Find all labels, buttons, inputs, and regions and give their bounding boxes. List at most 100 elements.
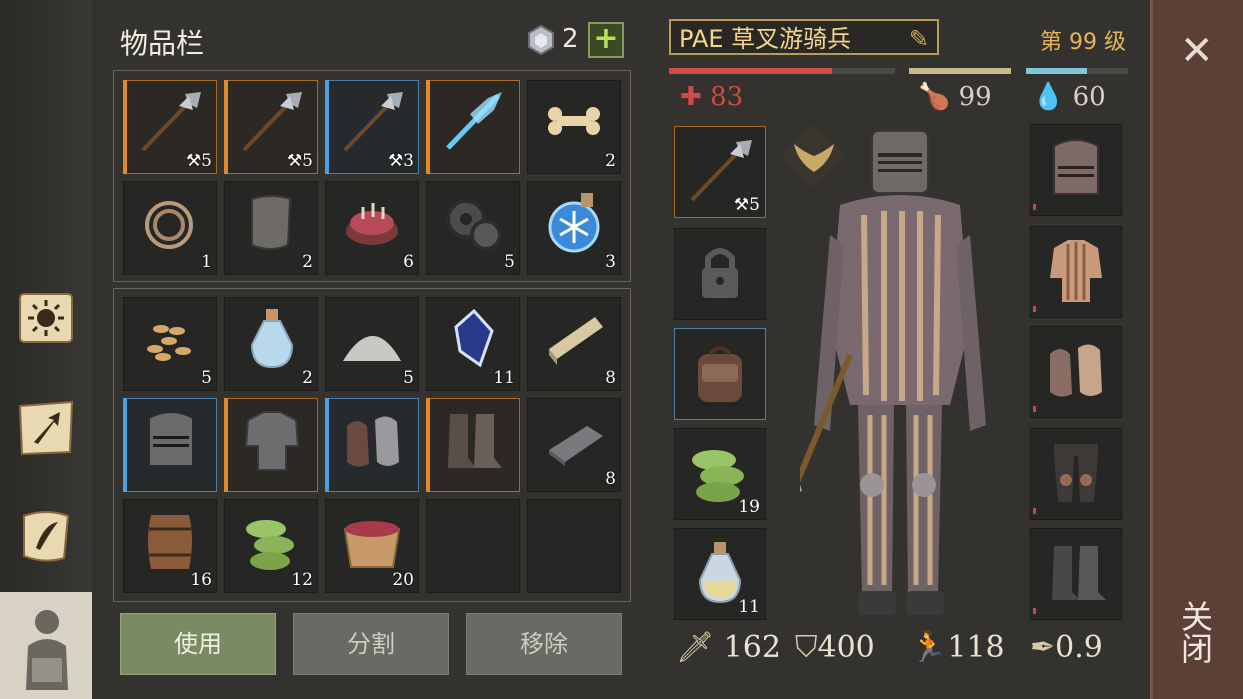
item-count: 16 xyxy=(190,570,212,590)
health-bar xyxy=(669,68,895,74)
weight-stat: ✒0.9 xyxy=(1030,630,1103,665)
armor-stat: ⛉400 xyxy=(795,630,875,665)
inventory-slot-helmet[interactable] xyxy=(123,398,217,492)
speed-stat: 🏃118 xyxy=(910,630,1005,665)
close-panel xyxy=(1150,0,1243,699)
use-button[interactable]: 使用 xyxy=(120,613,276,675)
item-count: ⚒3 xyxy=(387,151,414,171)
item-count: 20 xyxy=(392,570,414,590)
crafting-book-button[interactable] xyxy=(10,282,82,354)
remove-button[interactable]: 移除 xyxy=(466,613,622,675)
legs-slot[interactable] xyxy=(1030,428,1122,520)
inventory-slot-halberd[interactable]: ⚒5 xyxy=(123,80,217,174)
health-cross-icon: ✚ xyxy=(680,82,702,112)
legs-durability xyxy=(1033,508,1036,514)
inventory-tab-button[interactable] xyxy=(0,592,92,699)
inventory-slot-iron-ingot[interactable]: 8 xyxy=(527,398,621,492)
item-count: 8 xyxy=(605,368,616,388)
inventory-slot-halberd[interactable]: ⚒5 xyxy=(224,80,318,174)
inventory-slot-barrel[interactable]: 16 xyxy=(123,499,217,593)
inventory-slot-planks[interactable]: 8 xyxy=(527,297,621,391)
inventory-slot-seeds[interactable]: 5 xyxy=(123,297,217,391)
meat-icon: 🍗 xyxy=(918,82,951,112)
inventory-slot-berry-bucket[interactable]: 20 xyxy=(325,499,419,593)
character-name[interactable]: PAE 草叉游骑兵 ✎ xyxy=(669,19,939,55)
inventory-slot-frost-potion[interactable]: 3 xyxy=(527,181,621,275)
inventory-slot-crystal[interactable]: 11 xyxy=(426,297,520,391)
item-count: 2 xyxy=(302,368,313,388)
empty-slot[interactable] xyxy=(426,499,520,593)
map-button[interactable] xyxy=(10,392,82,464)
boots-slot[interactable] xyxy=(1030,528,1122,620)
item-count: 2 xyxy=(302,252,313,272)
boots-durability xyxy=(1033,608,1036,614)
weapon-slot[interactable]: ⚒5 xyxy=(674,126,766,218)
add-gems-button[interactable]: + xyxy=(588,22,624,58)
halberd-icon xyxy=(242,92,302,152)
crystal-icon xyxy=(454,308,494,368)
inventory-slot-gauntlets[interactable] xyxy=(325,398,419,492)
food-stat: 🍗 99 xyxy=(918,82,992,112)
close-icon[interactable]: ✕ xyxy=(1180,28,1214,74)
halberd-icon xyxy=(343,92,403,152)
backpack-icon xyxy=(698,346,742,402)
sword-icon: 🗡 xyxy=(676,630,715,665)
boots-icon xyxy=(448,414,502,468)
leather-scrap-icon xyxy=(251,195,292,250)
item-count: 6 xyxy=(403,252,414,272)
inventory-slot-herbs[interactable]: 12 xyxy=(224,499,318,593)
gloves-icon xyxy=(1050,344,1102,397)
herbs-count: 19 xyxy=(738,497,760,517)
empty-slot[interactable] xyxy=(527,499,621,593)
gloves-slot[interactable] xyxy=(1030,326,1122,418)
gauntlets-icon xyxy=(347,416,399,467)
item-count: 12 xyxy=(291,570,313,590)
inventory-slot-salt-pile[interactable]: 5 xyxy=(325,297,419,391)
inventory-slot-rope[interactable]: 1 xyxy=(123,181,217,275)
water-drop-icon: 💧 xyxy=(1032,82,1065,112)
inventory-slot-halberd[interactable]: ⚒3 xyxy=(325,80,419,174)
meat-bowl-icon xyxy=(346,203,398,245)
helmet-slot[interactable] xyxy=(1030,124,1122,216)
character-level: 第 99 级 xyxy=(1040,30,1126,55)
backpack-slot[interactable] xyxy=(674,328,766,420)
inventory-slot-bone[interactable]: 2 xyxy=(527,80,621,174)
gem-count: 2 xyxy=(562,24,579,54)
gloves-durability xyxy=(1033,406,1036,412)
consumable-slot-1[interactable]: 19 xyxy=(674,428,766,520)
quests-button[interactable] xyxy=(10,500,82,572)
inventory-slot-chainmail[interactable] xyxy=(224,398,318,492)
character-name-text: PAE 草叉游骑兵 xyxy=(679,25,852,53)
running-icon: 🏃 xyxy=(910,630,948,665)
inventory-slot-ice-spear[interactable] xyxy=(426,80,520,174)
map-arrow-icon xyxy=(18,400,74,456)
body-armor-slot[interactable] xyxy=(1030,226,1122,318)
attack-value: 162 xyxy=(723,630,781,665)
close-button[interactable]: 关闭 xyxy=(1176,600,1218,664)
gem-icon xyxy=(528,24,554,56)
item-count: 8 xyxy=(605,469,616,489)
iron-ingot-icon xyxy=(549,426,603,466)
scroll-icon xyxy=(23,511,70,562)
split-button[interactable]: 分割 xyxy=(293,613,449,675)
consumable-slot-2[interactable]: 11 xyxy=(674,528,766,620)
rename-quill-icon[interactable]: ✎ xyxy=(909,21,929,57)
inventory-slot-leather-scrap[interactable]: 2 xyxy=(224,181,318,275)
herbs-icon xyxy=(246,520,294,570)
halberd-icon xyxy=(141,92,201,152)
berry-bucket-icon xyxy=(343,521,401,568)
padlock-icon xyxy=(702,248,738,298)
water-flask-icon xyxy=(250,309,294,369)
inventory-slot-water-flask[interactable]: 2 xyxy=(224,297,318,391)
chainmail-icon xyxy=(244,411,300,471)
inventory-slot-gears[interactable]: 5 xyxy=(426,181,520,275)
weight-value: 0.9 xyxy=(1055,630,1103,665)
item-count: 11 xyxy=(493,368,515,388)
inventory-slot-boots[interactable] xyxy=(426,398,520,492)
left-nav xyxy=(0,0,92,699)
speed-value: 118 xyxy=(947,630,1005,665)
inventory-slot-meat-bowl[interactable]: 6 xyxy=(325,181,419,275)
seeds-icon xyxy=(147,325,191,361)
attack-stat: 🗡 162 xyxy=(676,630,781,665)
helmet-durability xyxy=(1033,204,1036,210)
